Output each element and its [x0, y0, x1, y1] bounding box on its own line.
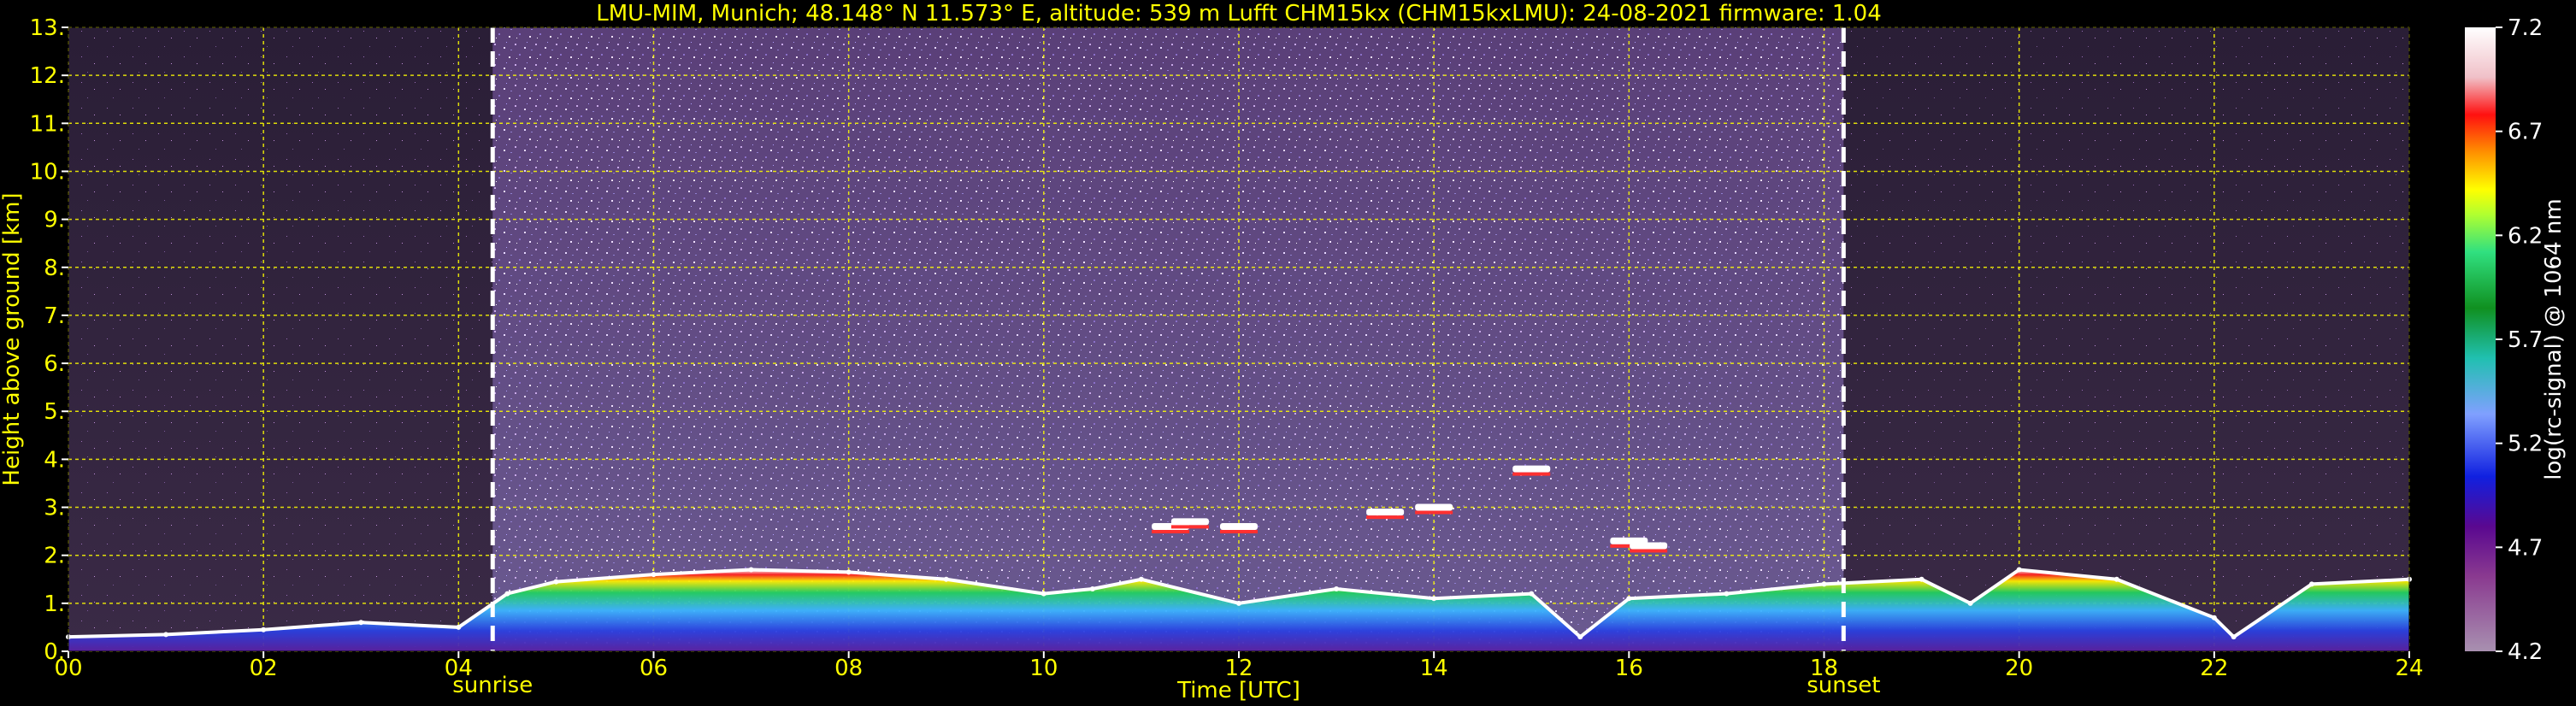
boundary-layer-point — [1967, 600, 1973, 606]
y-tick-label: 9. — [44, 208, 65, 233]
boundary-layer-point — [1919, 576, 1925, 582]
boundary-layer-point — [1529, 591, 1535, 597]
boundary-layer-point — [553, 579, 559, 585]
y-tick-label: 12. — [30, 63, 65, 89]
y-tick-label: 11. — [30, 111, 65, 137]
y-tick-label: 0. — [44, 639, 65, 665]
cloud-layer-edge — [1170, 525, 1209, 529]
boundary-layer-point — [1431, 596, 1437, 602]
cloud-layer-edge — [1512, 472, 1551, 476]
y-tick-label: 4. — [44, 447, 65, 473]
boundary-layer-point — [2016, 567, 2022, 573]
x-tick-label: 20 — [2005, 656, 2033, 681]
colorbar-tick-label: 6.7 — [2508, 120, 2543, 145]
y-tick-label: 2. — [44, 544, 65, 569]
y-tick-label: 3. — [44, 496, 65, 521]
cloud-layer-mark — [1366, 509, 1405, 516]
x-axis-label: Time [UTC] — [1176, 678, 1300, 703]
boundary-layer-point — [748, 567, 754, 573]
plot-background — [68, 27, 2409, 651]
boundary-layer-point — [846, 569, 852, 575]
x-tick-label: 02 — [250, 656, 278, 681]
y-tick-label: 5. — [44, 399, 65, 425]
y-tick-label: 6. — [44, 351, 65, 377]
colorbar-tick-label: 7.2 — [2508, 15, 2543, 41]
x-tick-label: 22 — [2200, 656, 2228, 681]
boundary-layer-point — [2231, 634, 2237, 640]
boundary-layer-point — [261, 627, 267, 632]
boundary-layer-point — [1626, 596, 1632, 602]
colorbar-tick-label: 5.2 — [2508, 432, 2543, 457]
y-tick-label: 13. — [30, 15, 65, 41]
cloud-layer-edge — [1152, 530, 1190, 533]
colorbar-tick-label: 6.2 — [2508, 223, 2543, 249]
cloud-layer-mark — [1630, 542, 1668, 550]
x-tick-label: 06 — [640, 656, 668, 681]
x-tick-label: 14 — [1420, 656, 1448, 681]
y-tick-label: 1. — [44, 591, 65, 617]
y-axis-label: Height above ground [km] — [0, 192, 25, 485]
boundary-layer-point — [1040, 591, 1046, 597]
colorbar-tick-label: 4.7 — [2508, 535, 2543, 561]
boundary-layer-point — [2308, 581, 2314, 587]
chart-title: LMU-MIM, Munich; 48.148° N 11.573° E, al… — [596, 1, 1881, 26]
night-noise-speckle-evening — [1843, 27, 2409, 651]
x-tick-label: 10 — [1029, 656, 1058, 681]
boundary-layer-point — [1821, 581, 1827, 587]
cloud-layer-mark — [1415, 503, 1453, 511]
boundary-layer-point — [1236, 600, 1241, 606]
colorbar: 7.2 6.7 6.2 5.7 5.2 4.7 4.2 log(rc-signal) @ 10… — [2465, 15, 2567, 665]
colorbar-label: log(rc-signal) @ 1064 nm — [2541, 198, 2567, 479]
cloud-layer-edge — [1415, 510, 1453, 515]
x-tick-label: 16 — [1615, 656, 1643, 681]
boundary-layer-point — [1138, 576, 1144, 582]
cloud-layer-mark — [1220, 523, 1258, 530]
cloud-layer-edge — [1630, 549, 1668, 553]
boundary-layer-point — [504, 591, 510, 597]
boundary-layer-point — [456, 624, 462, 630]
boundary-layer-point — [651, 572, 657, 578]
boundary-layer-point — [2113, 576, 2119, 582]
cloud-layer-edge — [1366, 515, 1405, 520]
x-tick-label: 08 — [834, 656, 863, 681]
boundary-layer-point — [1089, 586, 1095, 591]
y-tick-label: 10. — [30, 159, 65, 185]
boundary-layer-point — [358, 620, 364, 626]
colorbar-tick-label: 5.7 — [2508, 327, 2543, 353]
colorbar-tick-label: 4.2 — [2508, 639, 2543, 665]
y-tick-label: 8. — [44, 256, 65, 281]
boundary-layer-point — [2211, 615, 2217, 621]
daytime-noise-speckle — [492, 27, 1844, 651]
colorbar-gradient — [2465, 27, 2496, 651]
x-tick-label: 04 — [445, 656, 473, 681]
boundary-layer-point — [943, 576, 949, 582]
boundary-layer-point — [163, 632, 169, 638]
x-tick-label: 24 — [2395, 656, 2423, 681]
cloud-layer-edge — [1220, 530, 1258, 533]
boundary-layer-point — [1724, 591, 1730, 597]
cloud-layer-mark — [1170, 518, 1209, 526]
ceilometer-chart: sunrise sunset 00 02 04 06 08 10 12 14 16 18 20 22 24… — [0, 1, 2567, 703]
x-tick-label: 18 — [1810, 656, 1838, 681]
cloud-layer-mark — [1512, 465, 1551, 473]
y-tick-label: 7. — [44, 303, 65, 329]
boundary-layer-point — [1334, 586, 1340, 591]
night-noise-speckle-morning — [68, 27, 493, 651]
boundary-layer-point — [1577, 634, 1583, 640]
